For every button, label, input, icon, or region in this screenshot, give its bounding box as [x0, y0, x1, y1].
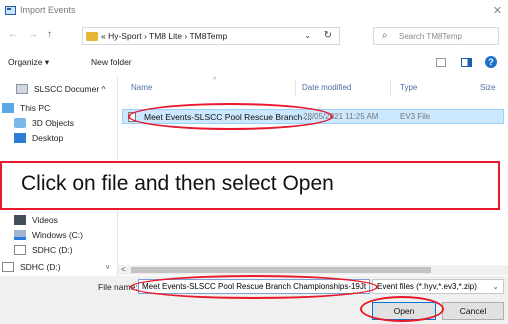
nav-item-label: SLSCC Documer ^ — [34, 84, 106, 94]
nav-item-sdhc-d-2[interactable]: SDHC (D:) — [2, 260, 61, 274]
toolbar: Organize ▾ New folder ? — [0, 52, 508, 74]
sort-indicator-icon: ^ — [213, 77, 217, 84]
3d-objects-icon — [14, 118, 26, 128]
folder-icon — [86, 32, 98, 41]
windows-drive-icon — [14, 230, 26, 240]
nav-item-label: SDHC (D:) — [20, 262, 61, 272]
column-header-size[interactable]: Size — [480, 83, 496, 92]
breadcrumb[interactable]: « Hy-Sport › TM8 Lite › TM8Temp — [101, 31, 227, 41]
horizontal-scrollbar[interactable]: < — [118, 265, 508, 275]
drive-icon — [16, 84, 28, 94]
chevron-down-icon: ⌄ — [492, 282, 499, 291]
chevron-down-icon[interactable]: ⌄ — [304, 31, 311, 40]
nav-item-3d-objects[interactable]: 3D Objects — [14, 116, 74, 130]
instruction-text: Click on file and then select Open — [21, 172, 334, 195]
nav-item-windows-c[interactable]: Windows (C:) — [14, 228, 83, 242]
nav-item-label: SDHC (D:) — [32, 245, 73, 255]
scrollbar-thumb[interactable] — [131, 267, 431, 273]
pc-icon — [2, 103, 14, 113]
search-icon: ⌕ — [382, 30, 388, 41]
nav-item-label: Windows (C:) — [32, 230, 84, 240]
annotation-circle-file — [128, 103, 333, 130]
cancel-button[interactable]: Cancel — [442, 302, 504, 320]
instruction-callout: Click on file and then select Open — [0, 161, 500, 210]
window-title: Import Events — [20, 5, 76, 15]
dialog-icon — [5, 6, 16, 15]
column-divider — [295, 80, 296, 96]
address-bar[interactable]: « Hy-Sport › TM8 Lite › TM8Temp ⌄ ↻ — [82, 27, 340, 45]
close-icon[interactable]: ✕ — [493, 4, 502, 17]
nav-item-slscc-documents[interactable]: SLSCC Documer ^ — [16, 82, 106, 96]
organize-button[interactable]: Organize ▾ — [8, 57, 49, 68]
help-icon[interactable]: ? — [485, 56, 497, 68]
new-folder-button[interactable]: New folder — [91, 57, 132, 67]
annotation-circle-filename — [130, 275, 378, 299]
nav-item-label: 3D Objects — [32, 118, 75, 128]
search-box[interactable]: ⌕ Search TM8Temp — [373, 27, 499, 45]
file-type-select[interactable]: Event files (*.hyv,*.ev3,*.zip) ⌄ — [372, 279, 504, 294]
column-header-date[interactable]: Date modified — [302, 83, 351, 92]
nav-item-videos[interactable]: Videos — [14, 213, 58, 227]
annotation-circle-open — [360, 296, 444, 322]
title-bar: Import Events ✕ — [0, 0, 508, 22]
nav-item-label: Videos — [32, 215, 58, 225]
up-arrow-icon[interactable]: ↑ — [47, 29, 52, 40]
search-placeholder: Search TM8Temp — [399, 32, 462, 41]
refresh-icon[interactable]: ↻ — [324, 30, 332, 41]
sd-card-icon — [14, 245, 26, 255]
videos-icon — [14, 215, 26, 225]
preview-pane-icon[interactable] — [461, 58, 472, 67]
scroll-left-icon[interactable]: < — [121, 265, 126, 274]
column-divider — [390, 80, 391, 96]
forward-arrow-icon[interactable]: → — [28, 29, 38, 40]
back-arrow-icon[interactable]: ← — [8, 29, 18, 40]
scroll-down-icon[interactable]: v — [106, 264, 110, 271]
file-type-value: Event files (*.hyv,*.ev3,*.zip) — [377, 282, 477, 291]
nav-item-desktop[interactable]: Desktop — [14, 131, 63, 145]
view-options-icon[interactable] — [436, 58, 446, 67]
column-header-type[interactable]: Type — [400, 83, 417, 92]
nav-item-label: Desktop — [32, 133, 64, 143]
column-header-name[interactable]: Name — [131, 83, 152, 92]
nav-item-this-pc[interactable]: This PC — [2, 101, 50, 115]
desktop-icon — [14, 133, 26, 143]
nav-item-sdhc-d[interactable]: SDHC (D:) — [14, 243, 73, 257]
file-type: EV3 File — [400, 112, 431, 121]
nav-item-label: This PC — [20, 103, 51, 113]
sd-card-icon — [2, 262, 14, 272]
